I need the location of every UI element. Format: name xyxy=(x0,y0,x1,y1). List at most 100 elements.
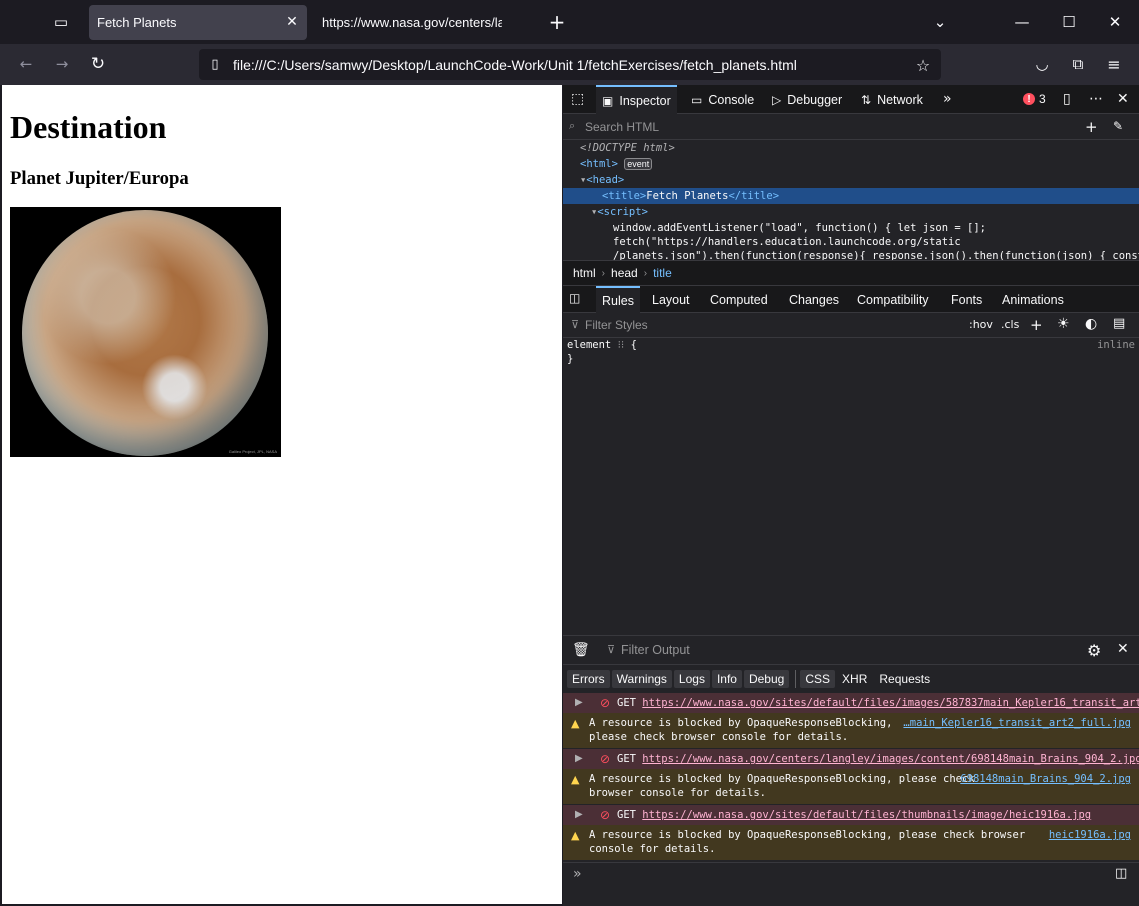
crumb-head[interactable]: head xyxy=(611,266,638,280)
crumb-html[interactable]: html xyxy=(573,266,596,280)
filter-logs[interactable]: Logs xyxy=(673,669,710,688)
tab-animations[interactable]: Animations xyxy=(1002,286,1064,313)
bookmark-star-icon[interactable]: ☆ xyxy=(913,55,933,75)
tab-network[interactable]: ⇅ Network xyxy=(861,85,923,114)
eyedropper-icon[interactable]: ✎ xyxy=(1113,119,1123,133)
image-credit: Galileo Project, JPL, NASA xyxy=(228,449,277,454)
console-error-row[interactable]: ▶ ⊘ GET https://www.nasa.gov/sites/defau… xyxy=(563,693,1139,713)
hov-toggle[interactable]: :hov xyxy=(969,318,993,331)
pick-element-icon[interactable]: ⬚ xyxy=(571,91,584,107)
source-link[interactable]: 698148main_Brains_904_2.jpg xyxy=(960,773,1131,785)
filter-styles-input[interactable]: ⊽ Filter Styles :hov .cls + ☀ ◐ ▤ xyxy=(563,313,1139,338)
rule-element[interactable]: element ⁝⁝ { } xyxy=(567,338,1137,365)
maximize-icon[interactable]: ☐ xyxy=(1058,12,1080,32)
close-devtools-icon[interactable]: ✕ xyxy=(1117,91,1129,107)
menu-icon[interactable]: ≡ xyxy=(1103,54,1125,74)
markup-line[interactable]: <!DOCTYPE html> xyxy=(563,140,1139,156)
debugger-icon: ▷ xyxy=(772,92,782,107)
add-rule-icon[interactable]: + xyxy=(1030,316,1043,334)
add-node-icon[interactable]: + xyxy=(1085,118,1098,136)
filter-output-input[interactable]: Filter Output xyxy=(621,643,690,657)
tab-nasa[interactable]: https://www.nasa.gov/centers/langley xyxy=(314,5,532,40)
close-icon[interactable]: ✕ xyxy=(283,13,301,31)
console-error-row[interactable]: ▶ ⊘ GET https://www.nasa.gov/centers/lan… xyxy=(563,749,1139,769)
cls-toggle[interactable]: .cls xyxy=(1001,318,1019,331)
tab-layout[interactable]: Layout xyxy=(652,286,690,313)
warning-icon: ▲ xyxy=(571,773,580,786)
page-heading: Destination xyxy=(10,109,167,145)
more-options-icon[interactable]: ⋯ xyxy=(1089,91,1103,107)
responsive-mode-icon[interactable]: ▯ xyxy=(1063,91,1071,107)
tab-fonts[interactable]: Fonts xyxy=(951,286,982,313)
source-link[interactable]: heic1916a.jpg xyxy=(1049,829,1131,841)
gear-icon[interactable]: ⚙ xyxy=(1087,641,1101,660)
filter-warnings[interactable]: Warnings xyxy=(611,669,672,688)
url-text: file:///C:/Users/samwy/Desktop/LaunchCod… xyxy=(233,56,797,73)
request-url[interactable]: https://www.nasa.gov/sites/default/files… xyxy=(642,697,1139,709)
console-warning-row: ▲ A resource is blocked by OpaqueRespons… xyxy=(563,769,1139,804)
error-icon: ⊘ xyxy=(600,752,611,766)
filter-requests[interactable]: Requests xyxy=(874,670,935,688)
tab-changes[interactable]: Changes xyxy=(789,286,839,313)
light-mode-icon[interactable]: ☀ xyxy=(1057,316,1070,332)
firefox-view-icon[interactable]: ▭ xyxy=(50,12,72,32)
error-icon: ! xyxy=(1023,93,1035,105)
editor-mode-icon[interactable]: ◫ xyxy=(1115,866,1127,881)
filter-css[interactable]: CSS xyxy=(800,669,836,688)
error-count-badge[interactable]: ! 3 xyxy=(1023,92,1046,106)
request-url[interactable]: https://www.nasa.gov/centers/langley/ima… xyxy=(642,753,1139,765)
request-url[interactable]: https://www.nasa.gov/sites/default/files… xyxy=(642,809,1091,821)
markup-line[interactable]: /planets.json").then(function(response){… xyxy=(563,248,1139,260)
source-link[interactable]: …main_Kepler16_transit_art2_full.jpg xyxy=(903,717,1131,729)
forward-icon[interactable]: → xyxy=(50,54,74,74)
tab-fetch-planets[interactable]: Fetch Planets ✕ xyxy=(89,5,307,40)
reload-icon[interactable]: ↻ xyxy=(86,54,110,74)
europa-disc xyxy=(22,210,268,456)
pocket-icon[interactable]: ◡ xyxy=(1031,54,1053,74)
event-badge[interactable]: event xyxy=(624,158,653,170)
rule-source: inline xyxy=(1097,339,1135,351)
page-viewport: Destination Planet Jupiter/Europa Galile… xyxy=(2,85,562,904)
expand-arrow-icon[interactable]: ▶ xyxy=(575,753,583,764)
new-tab-icon[interactable]: + xyxy=(546,10,568,34)
console-input[interactable]: » ◫ xyxy=(563,862,1139,887)
tab-debugger[interactable]: ▷ Debugger xyxy=(772,85,842,114)
expand-arrow-icon[interactable]: ▶ xyxy=(575,809,583,820)
filter-info[interactable]: Info xyxy=(711,669,742,688)
network-icon: ⇅ xyxy=(861,92,872,107)
markup-line-selected[interactable]: <title>Fetch Planets</title> xyxy=(563,188,1139,204)
close-console-icon[interactable]: ✕ xyxy=(1117,641,1129,657)
url-bar[interactable]: ▯ file:///C:/Users/samwy/Desktop/LaunchC… xyxy=(199,49,941,80)
filter-debug[interactable]: Debug xyxy=(743,669,790,688)
tab-console[interactable]: ▭ Console xyxy=(691,85,754,114)
console-error-row[interactable]: ▶ ⊘ GET https://www.nasa.gov/sites/defau… xyxy=(563,805,1139,825)
console-filter-bar: Errors Warnings Logs Info Debug CSS XHR … xyxy=(563,665,1139,692)
sidebar-tabs: ◫ Rules Layout Computed Changes Compatib… xyxy=(563,286,1139,313)
print-mode-icon[interactable]: ▤ xyxy=(1113,316,1125,331)
dark-mode-icon[interactable]: ◐ xyxy=(1085,316,1097,332)
tab-inspector[interactable]: ▣ Inspector xyxy=(596,85,677,114)
tab-rules[interactable]: Rules xyxy=(596,286,640,313)
toggle-pane-icon[interactable]: ◫ xyxy=(569,291,580,305)
minimize-icon[interactable]: — xyxy=(1011,12,1033,32)
markup-view: <!DOCTYPE html> <html> event ▾<head> <ti… xyxy=(563,140,1139,260)
expand-arrow-icon[interactable]: ▶ xyxy=(575,697,583,708)
markup-line[interactable]: <html> event xyxy=(563,156,1139,172)
tab-compatibility[interactable]: Compatibility xyxy=(857,286,929,313)
tab-computed[interactable]: Computed xyxy=(710,286,768,313)
chevron-down-icon[interactable]: ⌄ xyxy=(929,12,951,32)
console-warning-row: ▲ A resource is blocked by OpaqueRespons… xyxy=(563,825,1139,860)
back-icon[interactable]: ← xyxy=(14,54,38,74)
trash-icon[interactable]: 🗑 xyxy=(572,642,590,658)
search-html-input[interactable]: ⌕ Search HTML + ✎ xyxy=(563,114,1139,140)
planet-image: Galileo Project, JPL, NASA xyxy=(10,207,281,457)
page-icon: ▯ xyxy=(211,56,219,72)
more-tabs-icon[interactable]: » xyxy=(943,91,952,107)
window-close-icon[interactable]: ✕ xyxy=(1104,12,1126,32)
markup-line[interactable]: ▾<script> xyxy=(563,204,1139,220)
markup-line[interactable]: ▾<head> xyxy=(563,172,1139,188)
extensions-icon[interactable]: ⧉ xyxy=(1067,54,1089,74)
filter-errors[interactable]: Errors xyxy=(567,669,610,688)
crumb-title[interactable]: title xyxy=(653,266,672,280)
filter-xhr[interactable]: XHR xyxy=(837,670,872,688)
